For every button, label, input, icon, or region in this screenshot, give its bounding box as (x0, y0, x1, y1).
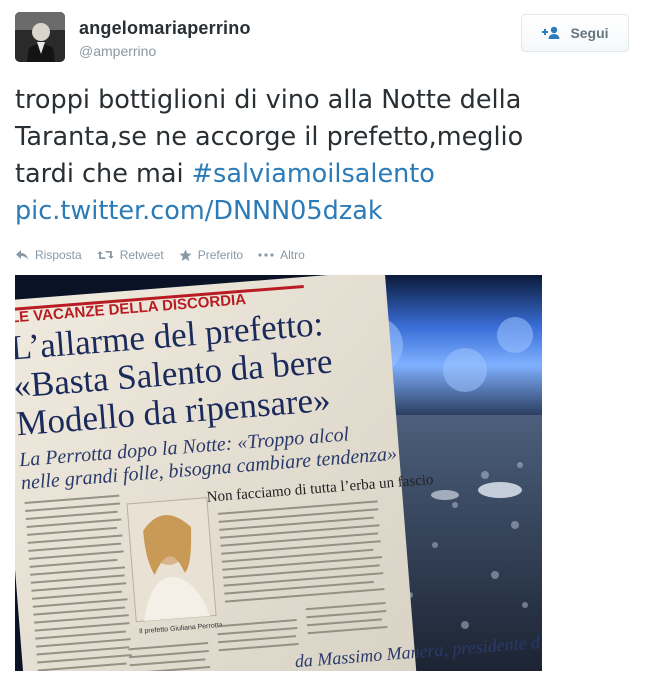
user-avatar[interactable] (15, 12, 65, 62)
tweet-text-line: tardi che mai #salviamoilsalento (15, 156, 630, 193)
retweet-icon (97, 251, 114, 259)
user-full-name[interactable]: angelomariaperrino (79, 18, 251, 39)
user-names: angelomariaperrino @amperrino (79, 18, 251, 59)
tweet-text-line: Taranta,se ne accorge il prefetto,meglio (15, 122, 524, 152)
pic-link[interactable]: pic.twitter.com/DNNN05dzak (15, 193, 630, 230)
favorite-label: Preferito (197, 248, 244, 262)
tweet-text-fragment: tardi che mai (15, 159, 192, 189)
retweet-label: Retweet (119, 248, 164, 262)
reply-label: Risposta (35, 248, 82, 262)
user-screen-name[interactable]: @amperrino (79, 43, 251, 59)
star-icon (179, 249, 192, 261)
tweet-photo[interactable]: LE VACANZE DELLA DISCORDIA L’allarme del… (15, 275, 542, 671)
retweet-action[interactable]: Retweet (97, 248, 164, 262)
newspaper-photo: LE VACANZE DELLA DISCORDIA L’allarme del… (15, 275, 542, 671)
follow-button[interactable]: Segui (521, 14, 629, 52)
tweet-text: troppi bottiglioni di vino alla Notte de… (15, 82, 630, 230)
tweet-header: angelomariaperrino @amperrino Segui (15, 12, 635, 62)
reply-icon (16, 250, 28, 260)
tweet-text-line: troppi bottiglioni di vino alla Notte de… (15, 85, 522, 115)
more-label: Altro (280, 248, 305, 262)
tweet-actions: Risposta Retweet Preferito Altro (15, 245, 320, 265)
add-user-icon (541, 26, 561, 40)
more-action[interactable]: Altro (258, 248, 305, 262)
hashtag-link[interactable]: #salviamoilsalento (192, 159, 435, 189)
reply-action[interactable]: Risposta (15, 248, 82, 262)
more-dots-icon (258, 253, 274, 257)
follow-button-label: Segui (570, 25, 609, 41)
favorite-action[interactable]: Preferito (179, 248, 243, 262)
avatar-image (15, 12, 65, 62)
